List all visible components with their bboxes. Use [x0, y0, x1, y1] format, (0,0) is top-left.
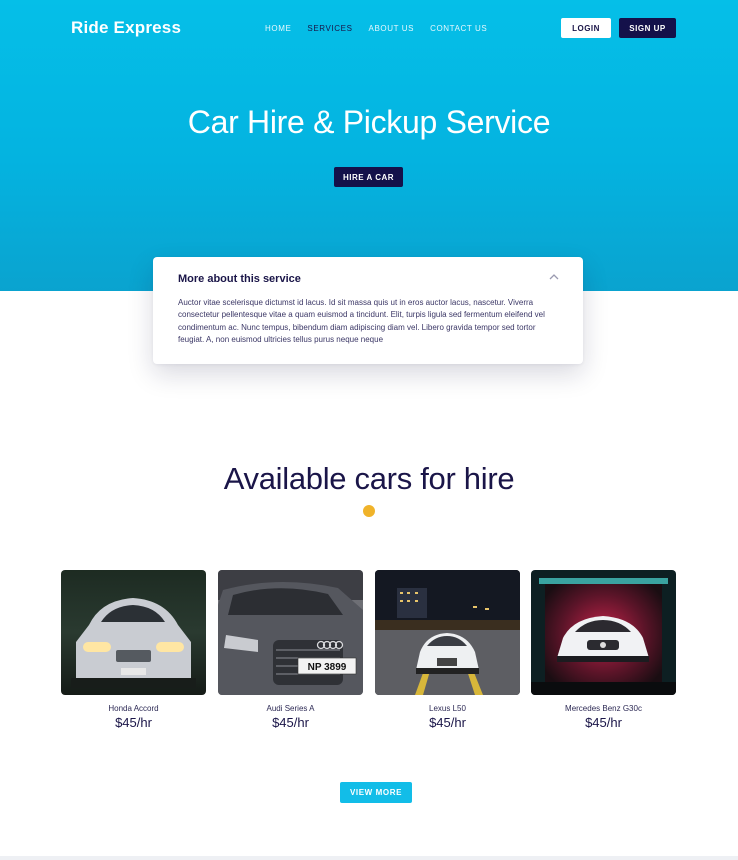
car-name: Honda Accord [108, 704, 159, 713]
signup-button[interactable]: SIGN UP [619, 18, 676, 38]
service-info-card: More about this service Auctor vitae sce… [153, 257, 583, 364]
car-price: $45/hr [115, 715, 152, 730]
car-price: $45/hr [585, 715, 622, 730]
car-image-honda-accord[interactable] [61, 570, 206, 695]
chevron-up-icon[interactable] [547, 272, 561, 282]
car-price: $45/hr [429, 715, 466, 730]
car-card-honda-accord[interactable]: Honda Accord $45/hr [61, 570, 206, 730]
hero-title: Car Hire & Pickup Service [187, 104, 551, 140]
title-accent-dot [363, 505, 375, 517]
car-card-lexus-l50[interactable]: Lexus L50 $45/hr [375, 570, 520, 730]
footer-divider [0, 856, 738, 860]
car-image-audi-series-a[interactable]: NP 3899 [218, 570, 363, 695]
license-plate: NP 3899 [308, 662, 347, 673]
cars-section-title: Available cars for hire [223, 461, 515, 496]
car-name: Mercedes Benz G30c [565, 704, 642, 713]
info-card-title[interactable]: More about this service [178, 273, 301, 285]
main-nav: HOME SERVICES ABOUT US CONTACT US [265, 24, 503, 33]
car-card-mercedes-benz-g30c[interactable]: Mercedes Benz G30c $45/hr [531, 570, 676, 730]
hire-a-car-button[interactable]: HIRE A CAR [334, 167, 403, 187]
car-image-mercedes-benz-g30c[interactable] [531, 570, 676, 695]
hero-banner: Ride Express HOME SERVICES ABOUT US CONT… [0, 0, 738, 291]
car-price: $45/hr [272, 715, 309, 730]
nav-contact-us[interactable]: CONTACT US [430, 24, 487, 33]
info-card-body: Auctor vitae scelerisque dictumst id lac… [178, 298, 545, 345]
car-card-audi-series-a[interactable]: NP 3899 Audi Series A $45/hr [218, 570, 363, 730]
car-image-lexus-l50[interactable] [375, 570, 520, 695]
view-more-button[interactable]: VIEW MORE [340, 782, 412, 803]
car-name: Audi Series A [266, 704, 315, 713]
login-button[interactable]: LOGIN [561, 18, 611, 38]
car-name: Lexus L50 [429, 704, 466, 713]
nav-services[interactable]: SERVICES [307, 24, 352, 33]
nav-home[interactable]: HOME [265, 24, 291, 33]
logo[interactable]: Ride Express [71, 18, 181, 38]
nav-about-us[interactable]: ABOUT US [369, 24, 415, 33]
